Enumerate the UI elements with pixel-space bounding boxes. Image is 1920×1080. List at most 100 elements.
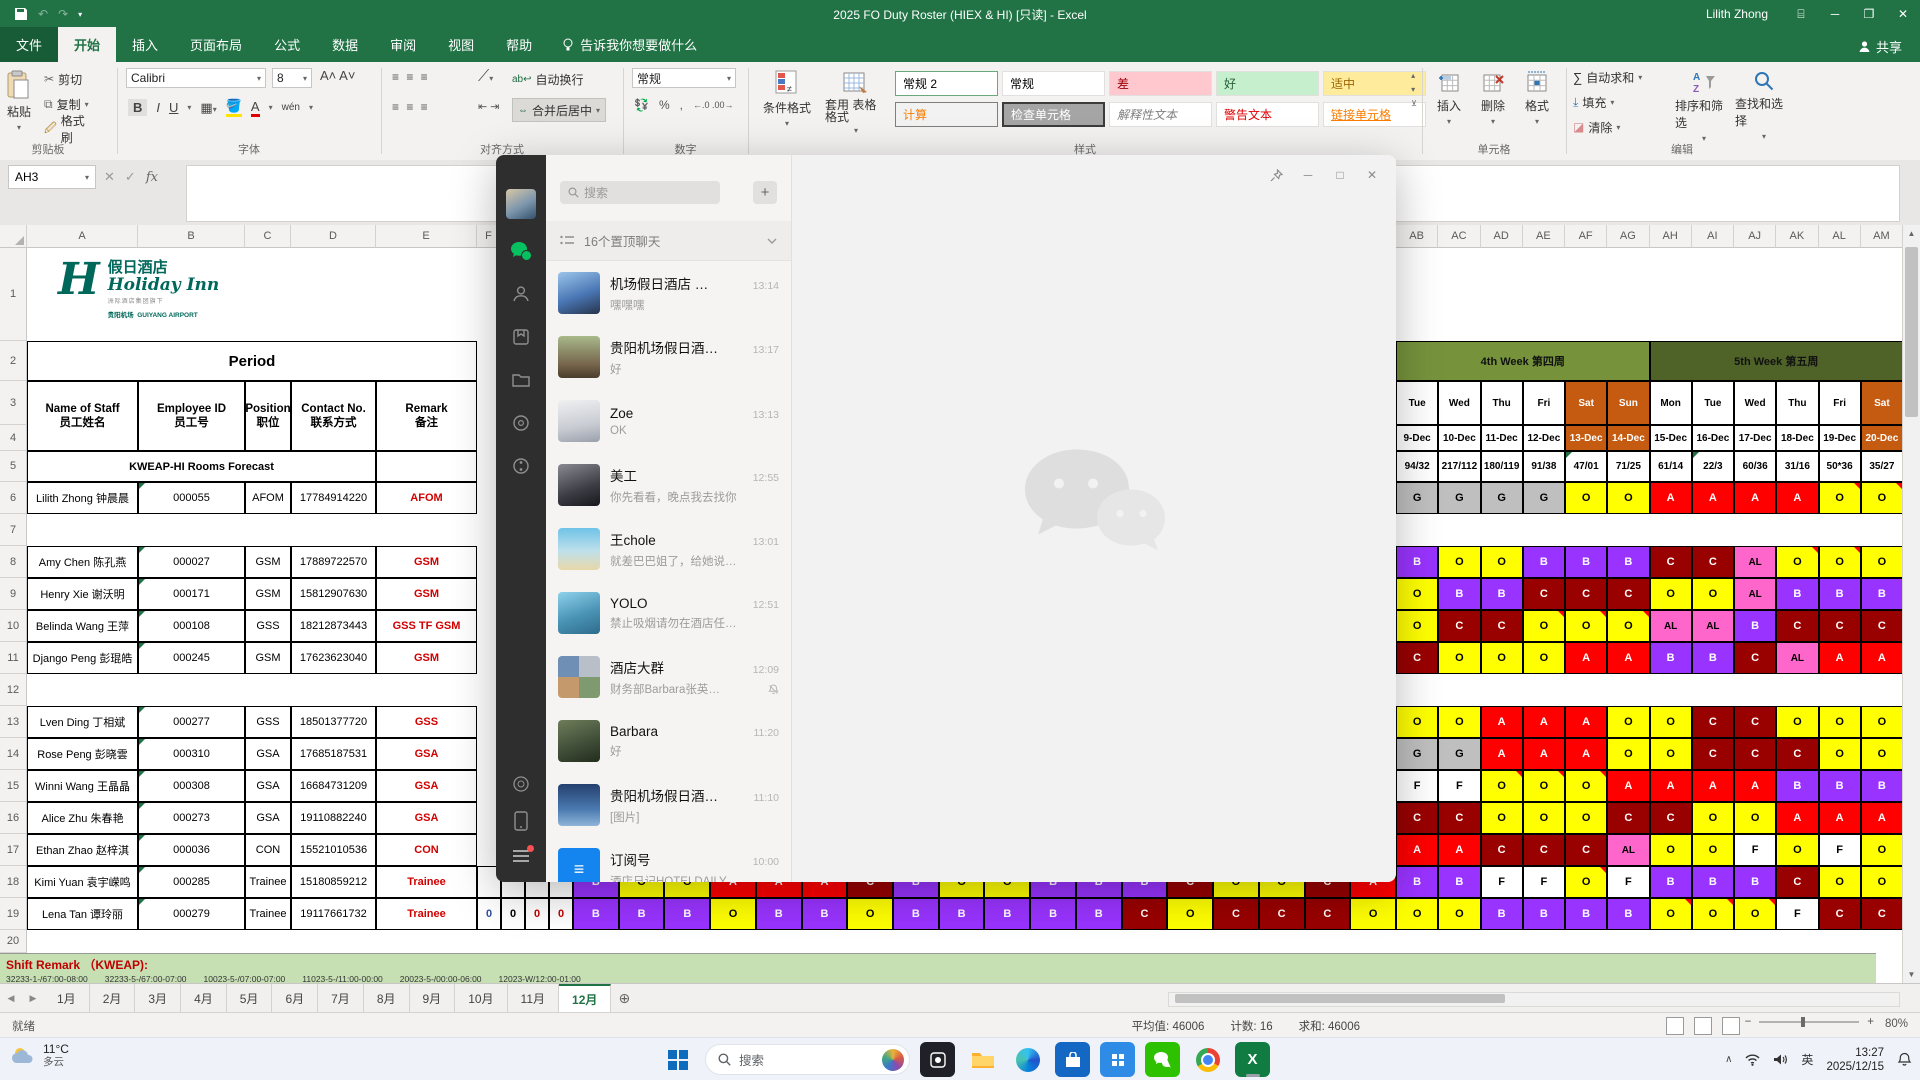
- row-header-12[interactable]: 12: [0, 674, 27, 706]
- staff-id-cell[interactable]: 000308: [138, 770, 245, 802]
- name-box[interactable]: AH3▾: [8, 165, 96, 189]
- staff-phone-cell[interactable]: 19117661732: [291, 898, 376, 930]
- shift-cell[interactable]: C: [1861, 610, 1903, 642]
- shift-cell[interactable]: O: [1481, 642, 1523, 674]
- sort-filter-button[interactable]: AZ 排序和筛选▾: [1675, 64, 1733, 143]
- staff-name-cell[interactable]: Alice Zhu 朱春艳: [27, 802, 138, 834]
- staff-name-cell[interactable]: Belinda Wang 王萍: [27, 610, 138, 642]
- shift-cell[interactable]: C: [1734, 706, 1776, 738]
- shift-cell[interactable]: C: [1565, 578, 1607, 610]
- date-header-cell[interactable]: 9-Dec: [1396, 425, 1438, 451]
- shift-cell[interactable]: O: [1650, 578, 1692, 610]
- staff-remark-cell[interactable]: GSM: [376, 578, 477, 610]
- shift-cell[interactable]: A: [1481, 706, 1523, 738]
- staff-remark-cell[interactable]: GSM: [376, 642, 477, 674]
- chat-list-item[interactable]: Barbara11:20好: [546, 709, 791, 773]
- shift-cell[interactable]: A: [1607, 642, 1649, 674]
- shift-cell[interactable]: O: [1607, 706, 1649, 738]
- shift-cell[interactable]: AL: [1734, 578, 1776, 610]
- staff-phone-cell[interactable]: 18212873443: [291, 610, 376, 642]
- insert-cells-button[interactable]: 插入▾: [1429, 64, 1469, 126]
- shift-cell[interactable]: A: [1861, 802, 1903, 834]
- autosum-button[interactable]: ∑自动求和▾: [1573, 66, 1642, 88]
- phonetic-button[interactable]: wén: [282, 102, 300, 113]
- redo-button[interactable]: ↷: [58, 7, 68, 21]
- staff-phone-cell[interactable]: 17623623040: [291, 642, 376, 674]
- insert-function-icon[interactable]: fx: [146, 170, 158, 185]
- column-header-C[interactable]: C: [245, 225, 291, 248]
- column-header-AC[interactable]: AC: [1438, 225, 1480, 248]
- shift-cell[interactable]: A: [1523, 706, 1565, 738]
- shift-cell[interactable]: B: [1650, 866, 1692, 898]
- underline-button[interactable]: U: [169, 100, 178, 115]
- shift-cell[interactable]: C: [1776, 610, 1818, 642]
- shift-cell[interactable]: O: [1776, 834, 1818, 866]
- staff-phone-cell[interactable]: 15812907630: [291, 578, 376, 610]
- day-header-cell[interactable]: Sat: [1861, 381, 1903, 425]
- day-header-cell[interactable]: Wed: [1734, 381, 1776, 425]
- shift-cell[interactable]: O: [847, 898, 893, 930]
- select-all-corner[interactable]: [0, 225, 27, 248]
- sheet-nav-right-icon[interactable]: ▶: [22, 984, 44, 1013]
- shift-cell[interactable]: O: [1819, 866, 1861, 898]
- sheet-tab-9月[interactable]: 9月: [410, 984, 456, 1013]
- find-select-button[interactable]: 查找和选择▾: [1735, 64, 1793, 141]
- shift-cell[interactable]: B: [664, 898, 710, 930]
- staff-position-cell[interactable]: GSA: [245, 802, 291, 834]
- staff-name-cell[interactable]: Lilith Zhong 钟晨晨: [27, 482, 138, 514]
- shift-cell[interactable]: F: [1607, 866, 1649, 898]
- shift-cell[interactable]: C: [1523, 834, 1565, 866]
- shift-cell[interactable]: O: [1650, 834, 1692, 866]
- staff-id-cell[interactable]: 000108: [138, 610, 245, 642]
- shift-cell[interactable]: B: [984, 898, 1030, 930]
- shift-cell[interactable]: A: [1650, 482, 1692, 514]
- shift-cell[interactable]: O: [1650, 706, 1692, 738]
- staff-id-cell[interactable]: 000171: [138, 578, 245, 610]
- shift-cell[interactable]: C: [1861, 898, 1903, 930]
- staff-position-cell[interactable]: GSS: [245, 610, 291, 642]
- volume-icon[interactable]: [1773, 1053, 1788, 1066]
- forecast-value-cell[interactable]: 31/16: [1776, 451, 1818, 482]
- shift-cell[interactable]: B: [893, 898, 939, 930]
- column-header-AH[interactable]: AH: [1650, 225, 1692, 248]
- shift-cell[interactable]: O: [1438, 898, 1480, 930]
- sheet-tab-12月[interactable]: 12月: [559, 984, 611, 1013]
- wechat-phone-icon[interactable]: [514, 811, 528, 831]
- chat-list-item[interactable]: YOLO12:51禁止吸烟请勿在酒店任…: [546, 581, 791, 645]
- shift-cell[interactable]: C: [1819, 610, 1861, 642]
- shift-cell[interactable]: O: [1396, 610, 1438, 642]
- cut-button[interactable]: ✂剪切: [44, 68, 96, 90]
- shift-cell[interactable]: O: [1819, 546, 1861, 578]
- wechat-minimize-button[interactable]: ─: [1294, 163, 1322, 187]
- file-explorer-icon[interactable]: [965, 1042, 1000, 1077]
- shift-cell[interactable]: B: [1819, 578, 1861, 610]
- sheet-tab-8月[interactable]: 8月: [364, 984, 410, 1013]
- shift-cell[interactable]: C: [1305, 898, 1351, 930]
- period-header-cell[interactable]: Period: [27, 341, 477, 381]
- shift-cell[interactable]: O: [1861, 546, 1903, 578]
- shift-cell[interactable]: O: [1523, 642, 1565, 674]
- row-header-3[interactable]: 3: [0, 381, 27, 425]
- chat-list-item[interactable]: 美工12:55你先看看，晚点我去找你: [546, 453, 791, 517]
- network-icon[interactable]: [1745, 1053, 1760, 1066]
- cell-style-好[interactable]: 好: [1216, 71, 1319, 96]
- staff-remark-cell[interactable]: GSA: [376, 802, 477, 834]
- staff-id-cell[interactable]: 000279: [138, 898, 245, 930]
- staff-id-cell[interactable]: 000036: [138, 834, 245, 866]
- wechat-files-icon[interactable]: [510, 369, 532, 391]
- shift-cell[interactable]: C: [1259, 898, 1305, 930]
- shift-cell[interactable]: C: [1523, 578, 1565, 610]
- notification-bell-icon[interactable]: [1897, 1052, 1912, 1067]
- staff-id-cell[interactable]: 000027: [138, 546, 245, 578]
- cell-style-常规 2[interactable]: 常规 2: [895, 71, 998, 96]
- shift-cell[interactable]: F: [1481, 866, 1523, 898]
- wechat-moments-icon[interactable]: [510, 412, 532, 434]
- font-color-button[interactable]: A: [251, 99, 260, 117]
- staff-phone-cell[interactable]: 17784914220: [291, 482, 376, 514]
- forecast-value-cell[interactable]: 217/112: [1438, 451, 1480, 482]
- shift-cell[interactable]: C: [1650, 546, 1692, 578]
- forecast-label-cell[interactable]: KWEAP-HI Rooms Forecast: [27, 451, 376, 482]
- column-header-AM[interactable]: AM: [1861, 225, 1903, 248]
- row-header-11[interactable]: 11: [0, 642, 27, 674]
- shift-cell[interactable]: A: [1819, 642, 1861, 674]
